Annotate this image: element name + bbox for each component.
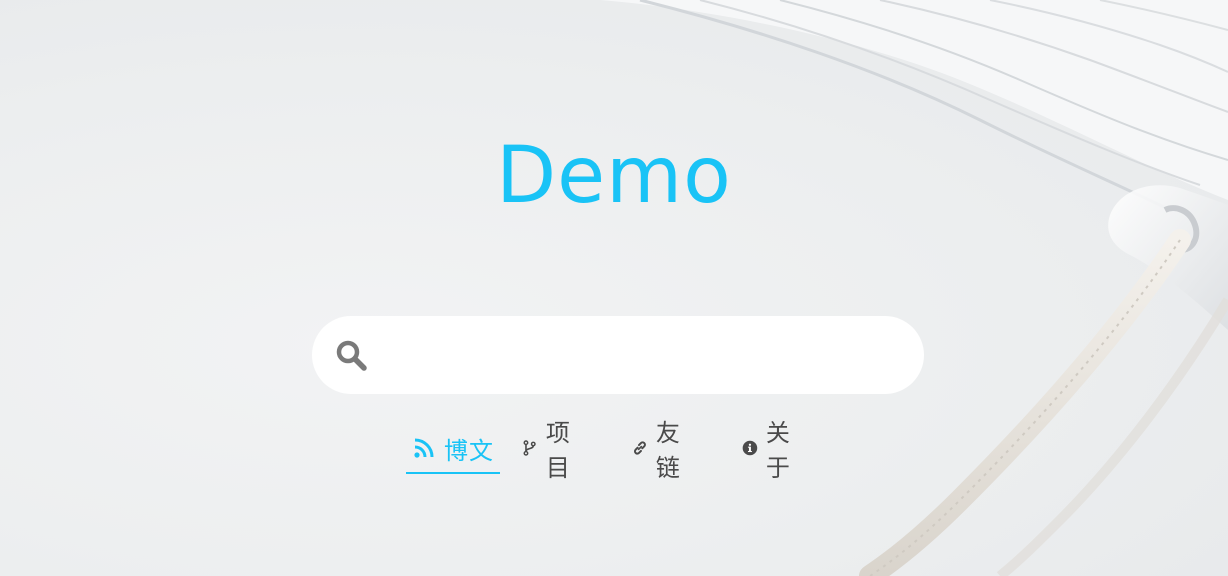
nav-item-posts[interactable]: 博文 — [406, 424, 500, 474]
nav-item-projects[interactable]: 项目 — [522, 419, 579, 482]
background-book-image — [600, 0, 1228, 576]
site-title[interactable]: Demo — [0, 128, 1228, 224]
info-circle-icon — [742, 440, 758, 456]
nav-item-links[interactable]: 友链 — [632, 419, 689, 482]
link-icon — [634, 441, 646, 455]
nav-label-projects: 项目 — [545, 419, 571, 482]
search-input[interactable] — [382, 326, 906, 386]
rss-icon — [414, 438, 434, 458]
nav-label-posts: 博文 — [444, 436, 494, 465]
search-icon[interactable] — [334, 338, 368, 372]
search-box[interactable] — [312, 316, 924, 394]
nav-label-about: 关于 — [765, 419, 791, 482]
nav-label-links: 友链 — [655, 419, 681, 482]
code-branch-icon — [523, 440, 536, 456]
nav-item-about[interactable]: 关于 — [742, 419, 799, 482]
page: Demo 博文 项目 友链 关于 — [0, 0, 1228, 576]
